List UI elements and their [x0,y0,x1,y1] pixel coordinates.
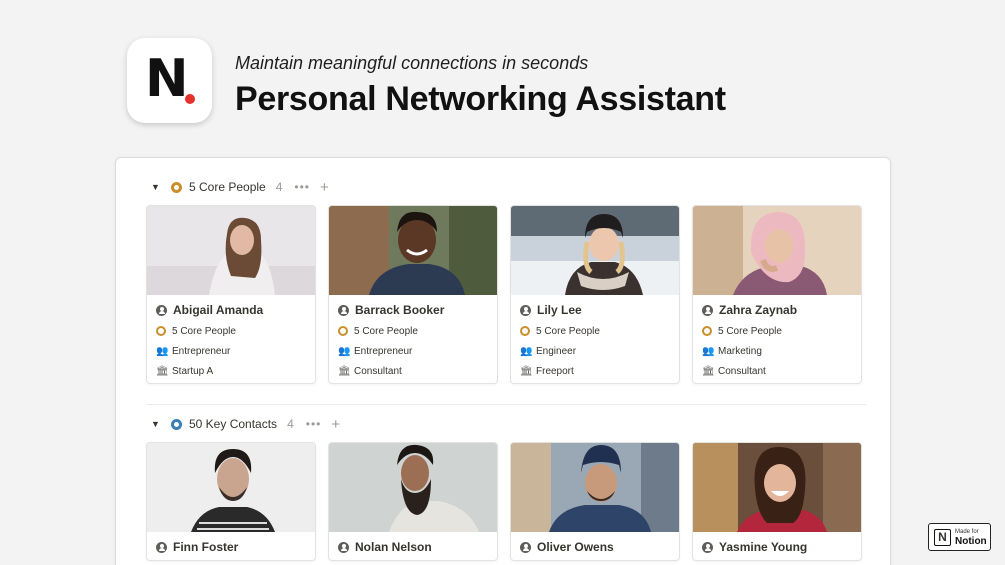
logo-letter: N [145,49,189,109]
person-photo [511,206,679,295]
person-icon [520,304,531,316]
person-card[interactable]: Yasmine Young [692,442,862,561]
person-card[interactable]: Finn Foster [146,442,316,561]
notion-logo-icon: N [934,528,951,546]
group-header-core-people[interactable]: ▼ 5 Core People 4 ••• + [151,177,329,197]
card-name: Lily Lee [537,303,582,317]
status-ring-icon [702,326,712,336]
card-role: Marketing [718,345,762,357]
ellipsis-icon[interactable]: ••• [294,180,310,194]
group-name: 50 Key Contacts [189,417,278,431]
card-company: Startup A [172,365,214,377]
page-title: Personal Networking Assistant [235,80,726,118]
card-company: Freeport [536,365,574,377]
ellipsis-icon[interactable]: ••• [306,417,322,431]
people-icon: 👥 [156,345,169,357]
person-card[interactable]: Abigail Amanda 5 Core People 👥 Entreprene… [146,205,316,384]
person-photo [147,206,315,295]
person-photo [329,206,497,295]
triangle-down-icon[interactable]: ▼ [151,419,165,429]
person-photo [511,443,679,532]
card-name: Zahra Zaynab [719,303,798,317]
people-icon: 👥 [520,345,533,357]
person-icon [702,304,713,316]
building-icon: 🏛 [338,365,351,377]
card-name: Abigail Amanda [173,303,264,317]
status-ring-icon [520,326,530,336]
group-divider [146,404,866,405]
person-icon [702,541,713,553]
building-icon: 🏛 [702,365,715,377]
group-header-key-contacts[interactable]: ▼ 50 Key Contacts 4 ••• + [151,414,340,434]
person-photo [693,443,861,532]
person-icon [156,541,167,553]
card-company: Consultant [354,365,402,377]
person-card[interactable]: Oliver Owens [510,442,680,561]
card-company: Consultant [718,365,766,377]
card-role: Entrepreneur [354,345,413,357]
group-count: 4 [275,180,283,194]
status-ring-icon [156,326,166,336]
plus-icon[interactable]: + [331,416,340,433]
logo-dot [185,94,195,104]
building-icon: 🏛 [156,365,169,377]
card-name: Yasmine Young [719,540,808,554]
card-category: 5 Core People [536,325,600,337]
group-name: 5 Core People [189,180,266,194]
people-icon: 👥 [338,345,351,357]
made-for-notion-badge[interactable]: N Made for Notion [928,523,991,551]
person-photo [693,206,861,295]
plus-icon[interactable]: + [320,179,329,196]
card-role: Engineer [536,345,577,357]
person-card[interactable]: Lily Lee 5 Core People 👥 Engineer 🏛 Freepo… [510,205,680,384]
page-subtitle: Maintain meaningful connections in secon… [235,53,589,73]
card-name: Finn Foster [173,540,239,554]
card-name: Oliver Owens [537,540,614,554]
card-name: Barrack Booker [355,303,445,317]
badge-notion: Notion [955,536,987,547]
person-icon [520,541,531,553]
person-card[interactable]: Barrack Booker 5 Core People 👥 Entreprene… [328,205,498,384]
card-role: Entrepreneur [172,345,231,357]
person-icon [338,304,349,316]
status-ring-icon [338,326,348,336]
card-category: 5 Core People [718,325,782,337]
person-card[interactable]: Zahra Zaynab 5 Core People 👥 Marketing 🏛 C… [692,205,862,384]
status-ring-icon [171,418,182,430]
card-category: 5 Core People [354,325,418,337]
database-board: ▼ 5 Core People 4 ••• + Abigail Amanda 5… [115,157,891,565]
person-icon [156,304,167,316]
card-category: 5 Core People [172,325,236,337]
card-name: Nolan Nelson [355,540,432,554]
building-icon: 🏛 [520,365,533,377]
people-icon: 👥 [702,345,715,357]
person-photo [147,443,315,532]
person-icon [338,541,349,553]
person-card[interactable]: Nolan Nelson [328,442,498,561]
app-logo: N [127,38,212,123]
group-count: 4 [287,417,294,431]
person-photo [329,443,497,532]
triangle-down-icon[interactable]: ▼ [151,182,165,192]
status-ring-icon [171,181,182,193]
